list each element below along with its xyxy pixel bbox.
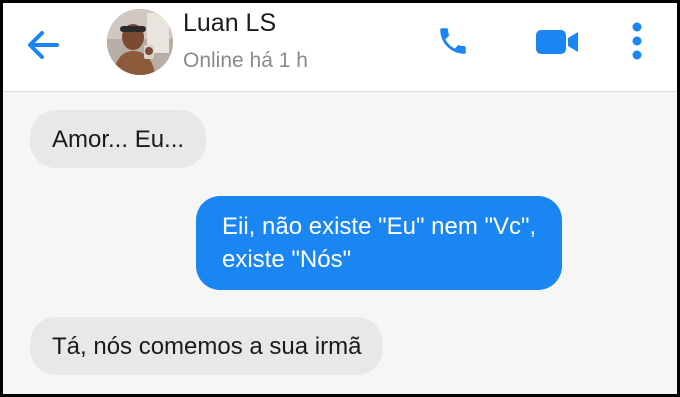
screenshot-frame: Luan LS Online há 1 h Amor... Eu... Eii,… (0, 0, 680, 397)
message-text: Amor... Eu... (52, 125, 185, 153)
message-bubble-incoming[interactable]: Amor... Eu... (30, 110, 207, 168)
message-list[interactable]: Amor... Eu... Eii, não existe "Eu" nem "… (3, 92, 677, 394)
message-bubble-incoming[interactable]: Tá, nós comemos a sua irmã (30, 317, 384, 375)
video-camera-icon (536, 30, 578, 54)
contact-status: Online há 1 h (183, 49, 308, 72)
voice-call-button[interactable] (429, 17, 477, 65)
chat-screen: Luan LS Online há 1 h Amor... Eu... Eii,… (3, 3, 677, 394)
message-bubble-outgoing[interactable]: Eii, não existe "Eu" nem "Vc", existe "N… (196, 196, 563, 290)
chat-header: Luan LS Online há 1 h (3, 3, 677, 92)
message-text: Tá, nós comemos a sua irmã (52, 332, 362, 360)
message-text-line: existe "Nós" (222, 246, 352, 273)
video-call-button[interactable] (533, 17, 581, 65)
contact-name: Luan LS (183, 9, 277, 37)
phone-icon (440, 28, 466, 54)
more-vertical-icon (632, 22, 642, 60)
message-text-line: Eii, não existe "Eu" nem "Vc", (222, 213, 537, 240)
more-options-button[interactable] (617, 17, 657, 65)
avatar[interactable] (107, 9, 173, 75)
contact-photo (107, 9, 173, 75)
back-button[interactable] (21, 23, 65, 67)
back-arrow-icon (28, 31, 59, 59)
